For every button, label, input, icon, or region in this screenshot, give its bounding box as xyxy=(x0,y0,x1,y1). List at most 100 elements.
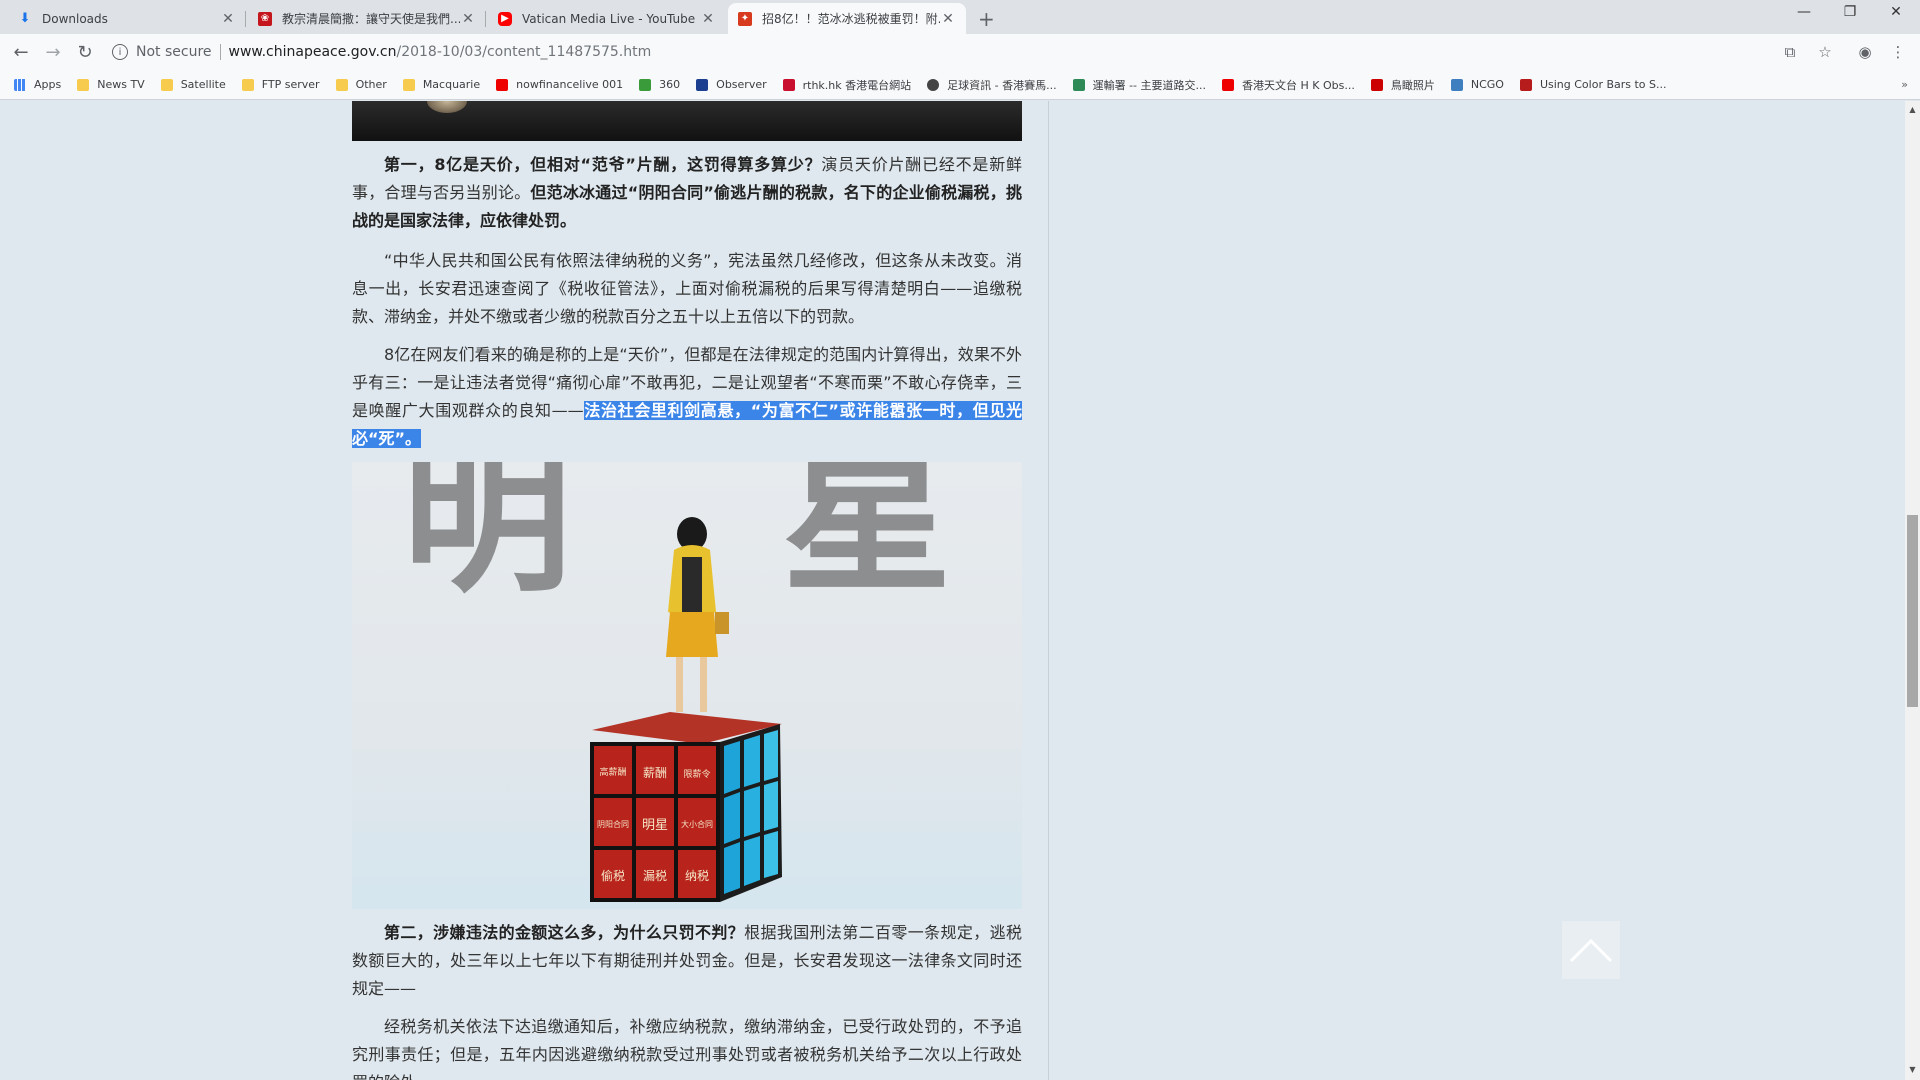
translate-icon[interactable]: ⧉ xyxy=(1780,43,1800,61)
site-icon xyxy=(696,78,709,91)
bookmark-link[interactable]: rthk.hk 香港電台網站 xyxy=(782,77,911,93)
chevron-up-icon xyxy=(1569,938,1613,963)
bookmark-link[interactable]: nowfinancelive 001 xyxy=(496,78,623,91)
bookmarks-bar: Apps News TV Satellite FTP server Other … xyxy=(0,70,1920,100)
address-bar[interactable]: i Not secure www.chinapeace.gov.cn/2018-… xyxy=(112,38,1752,66)
youtube-icon: ▶ xyxy=(498,11,512,26)
figurine-hair xyxy=(682,557,702,612)
folder-icon xyxy=(335,78,348,91)
cube-label: 阴阳合同 xyxy=(597,819,629,829)
tab-news[interactable]: ❀ 教宗清晨簡撒：讓守天使是我們... ✕ xyxy=(248,3,486,34)
close-icon[interactable]: ✕ xyxy=(940,11,956,27)
bookmark-link[interactable]: NCGO xyxy=(1450,78,1504,91)
cube-label: 明星 xyxy=(642,818,668,833)
separator xyxy=(219,44,221,60)
paragraph-1-bold: 第一，8亿是天价，但相对“范爷”片酬，这罚得算多算少？ xyxy=(384,155,822,174)
back-arrow-icon[interactable]: ← xyxy=(10,42,32,63)
bookmark-folder[interactable]: Macquarie xyxy=(402,78,480,91)
close-icon[interactable]: ✕ xyxy=(700,11,716,27)
tab-downloads[interactable]: ⬇ Downloads ✕ xyxy=(8,3,246,34)
paragraph-1: 第一，8亿是天价，但相对“范爷”片酬，这罚得算多算少？演员天价片酬已经不是新鲜事… xyxy=(352,151,1022,235)
youtube-icon xyxy=(1222,78,1235,91)
vertical-scrollbar[interactable]: ▲ ▼ xyxy=(1905,101,1920,1080)
article-image-top xyxy=(352,101,1022,141)
bookmark-folder[interactable]: FTP server xyxy=(241,78,320,91)
article-photo: 明 星 高薪酬 薪酬 限薪令 阴阳合同 明星 大小合同 偷税 漏税 纳税 xyxy=(352,462,1022,909)
site-icon xyxy=(1450,78,1463,91)
paragraph-3: 8亿在网友们看来的确是称的上是“天价”，但都是在法律规定的范围内计算得出，效果不… xyxy=(352,341,1022,453)
cube-label: 偷税 xyxy=(601,868,625,883)
tab-separator xyxy=(485,11,486,27)
tab-youtube[interactable]: ▶ Vatican Media Live - YouTube ✕ xyxy=(488,3,726,34)
close-icon[interactable]: ✕ xyxy=(220,11,236,27)
download-icon: ⬇ xyxy=(19,11,31,26)
browser-toolbar: ← → ↻ i Not secure www.chinapeace.gov.cn… xyxy=(0,34,1920,70)
folder-icon xyxy=(77,78,90,91)
cube-label: 纳税 xyxy=(685,869,709,883)
youtube-icon xyxy=(496,78,509,91)
column-divider xyxy=(1048,101,1049,1080)
folder-icon xyxy=(241,78,254,91)
bookmark-link[interactable]: Using Color Bars to S... xyxy=(1519,78,1667,91)
web-page: 第一，8亿是天价，但相对“范爷”片酬，这罚得算多算少？演员天价片酬已经不是新鲜事… xyxy=(0,101,1905,1080)
bookmark-link[interactable]: 360 xyxy=(639,78,680,91)
paragraph-4-bold: 第二，涉嫌违法的金额这么多，为什么只罚不判？ xyxy=(384,923,745,942)
restore-button[interactable]: ❐ xyxy=(1830,4,1870,20)
apps-grid-icon xyxy=(14,78,26,91)
tab-title: Vatican Media Live - YouTube xyxy=(522,11,696,26)
menu-icon[interactable]: ⋮ xyxy=(1888,43,1908,61)
bookmark-folder[interactable]: Other xyxy=(335,78,387,91)
tab-strip: ⬇ Downloads ✕ ❀ 教宗清晨簡撒：讓守天使是我們... ✕ ▶ Va… xyxy=(0,0,1920,34)
bookmarks-overflow-button[interactable]: » xyxy=(1901,78,1908,91)
close-icon[interactable]: ✕ xyxy=(460,11,476,27)
folder-icon xyxy=(402,78,415,91)
close-window-button[interactable]: ✕ xyxy=(1876,4,1916,20)
bookmark-link[interactable]: 香港天文台 H K Obs... xyxy=(1222,77,1355,93)
figurine-leg xyxy=(676,657,683,712)
bookmark-link[interactable]: Observer xyxy=(696,78,767,91)
tab-separator xyxy=(245,11,246,27)
cube-side-stickers xyxy=(724,730,778,894)
url-path: /2018-10/03/content_11487575.htm xyxy=(396,44,652,60)
paragraph-5: 经税务机关依法下达追缴通知后，补缴应纳税款，缴纳滞纳金，已受行政处罚的，不予追究… xyxy=(352,1017,1022,1080)
figurine-skirt xyxy=(666,612,718,657)
info-icon[interactable]: i xyxy=(112,44,128,60)
site-icon xyxy=(1370,78,1383,91)
star-bookmark-icon[interactable]: ☆ xyxy=(1815,43,1835,61)
tab-article-active[interactable]: ✦ 招8亿！！范冰冰逃税被重罚！附... ✕ xyxy=(728,3,966,34)
bookmark-folder[interactable]: Satellite xyxy=(160,78,226,91)
bookmark-link[interactable]: 運輸署 -- 主要道路交... xyxy=(1072,77,1206,93)
tab-title: 教宗清晨簡撒：讓守天使是我們... xyxy=(282,12,460,26)
forward-arrow-icon[interactable]: → xyxy=(42,42,64,63)
bookmark-apps[interactable]: Apps xyxy=(14,78,61,91)
reload-icon[interactable]: ↻ xyxy=(74,42,96,63)
back-to-top-button[interactable] xyxy=(1562,921,1620,979)
figurine-bag xyxy=(715,612,729,634)
site-icon xyxy=(927,78,940,91)
bookmark-folder[interactable]: News TV xyxy=(77,78,145,91)
profile-icon[interactable]: ◉ xyxy=(1855,43,1875,61)
paragraph-4: 第二，涉嫌违法的金额这么多，为什么只罚不判？根据我国刑法第二百零一条规定，逃税数… xyxy=(352,919,1022,1003)
tab-title: Downloads xyxy=(42,11,108,26)
site-icon xyxy=(782,78,795,91)
figurine-on-cube-illustration: 高薪酬 薪酬 限薪令 阴阳合同 明星 大小合同 偷税 漏税 纳税 xyxy=(590,517,782,902)
paragraph-2: “中华人民共和国公民有依照法律纳税的义务”，宪法虽然几经修改，但这条从未改变。消… xyxy=(352,251,1022,326)
bookmark-link[interactable]: 足球資訊 - 香港賽馬... xyxy=(927,77,1057,93)
site-icon xyxy=(639,78,652,91)
cube-label: 限薪令 xyxy=(683,768,710,780)
image-detail xyxy=(427,101,467,113)
site-favicon-icon: ❀ xyxy=(258,11,272,26)
minimize-button[interactable]: — xyxy=(1784,4,1824,20)
cube-label: 漏税 xyxy=(643,869,667,883)
site-favicon-icon: ✦ xyxy=(738,11,752,26)
site-icon xyxy=(1519,78,1532,91)
tab-title: 招8亿！！范冰冰逃税被重罚！附... xyxy=(762,12,940,26)
cube-label: 高薪酬 xyxy=(599,766,626,778)
scrollbar-thumb[interactable] xyxy=(1907,515,1918,707)
scroll-down-arrow-icon[interactable]: ▼ xyxy=(1905,1065,1920,1074)
cube-label: 大小合同 xyxy=(681,819,713,829)
figurine-leg xyxy=(700,657,707,712)
new-tab-button[interactable]: + xyxy=(978,7,995,31)
scroll-up-arrow-icon[interactable]: ▲ xyxy=(1905,105,1920,114)
bookmark-link[interactable]: 鳥瞰照片 xyxy=(1370,77,1435,93)
